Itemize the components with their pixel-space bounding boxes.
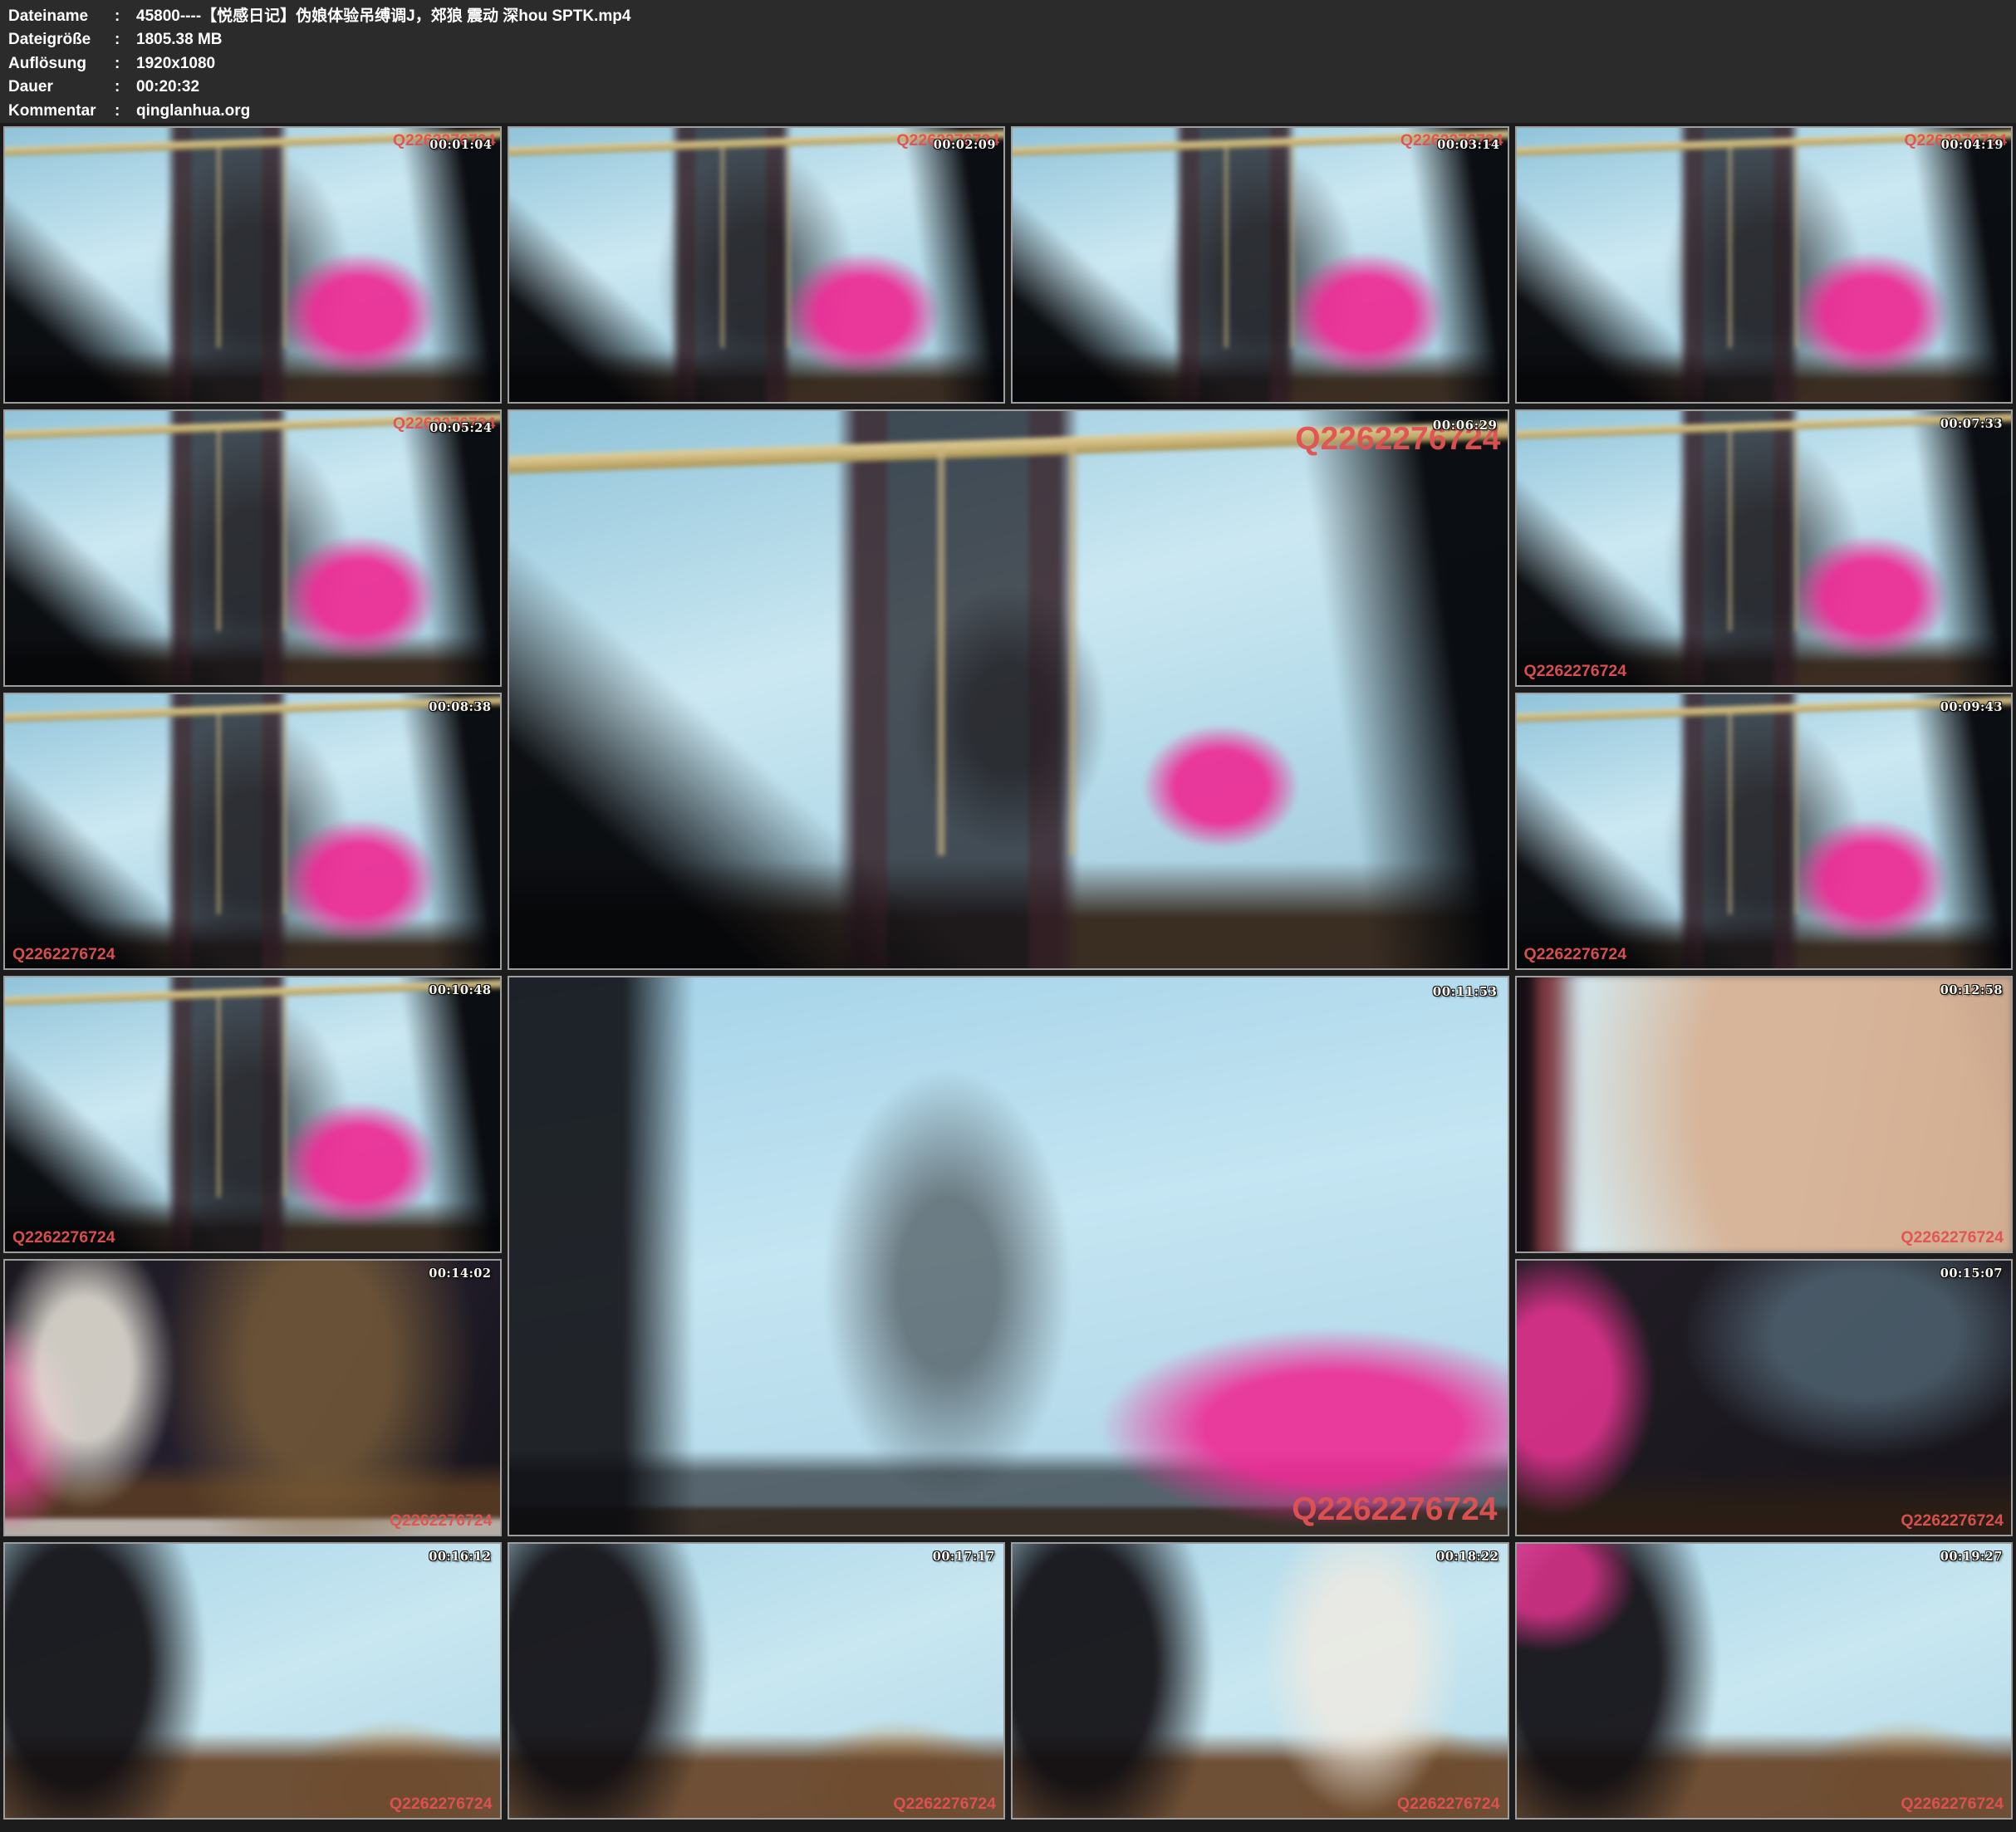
thumbnail: Q2262276724 00:01:04 [3, 126, 502, 404]
file-info-header: Dateiname : 45800----【悦感日记】伪娘体验吊缚调J，郊狼 震… [0, 0, 2016, 123]
watermark-text: Q2262276724 [1901, 1228, 2004, 1247]
timestamp-overlay: 00:16:12 [429, 1550, 491, 1564]
timestamp-overlay: 00:11:53 [1433, 984, 1498, 999]
watermark-text: Q2262276724 [390, 1795, 493, 1814]
video-frame-placeholder [508, 976, 1509, 1536]
timestamp-overlay: 00:03:14 [1437, 138, 1499, 152]
field-label: Dateigröße [8, 28, 115, 51]
thumbnail-large: Q2262276724 00:11:53 [508, 976, 1509, 1536]
timestamp-overlay: 00:19:27 [1940, 1550, 2003, 1564]
field-label: Auflösung [8, 52, 115, 76]
timestamp-overlay: 00:06:29 [1433, 418, 1498, 433]
watermark-text: Q2262276724 [1292, 1492, 1497, 1528]
field-comment: Kommentar : qinglanhua.org [8, 100, 2016, 123]
video-frame-placeholder [508, 409, 1509, 970]
timestamp-overlay: 00:07:33 [1940, 417, 2003, 431]
timestamp-overlay: 00:15:07 [1940, 1266, 2003, 1281]
timestamp-overlay: 00:01:04 [429, 138, 492, 152]
thumbnail: Q2262276724 00:05:24 [3, 409, 502, 687]
thumbnail: Q2262276724 00:15:07 [1515, 1259, 2014, 1536]
video-frame-placeholder [508, 126, 1006, 404]
field-separator: : [115, 52, 136, 76]
video-frame-placeholder [3, 1542, 502, 1820]
thumbnail-large: Q2262276724 00:06:29 [508, 409, 1509, 970]
thumbnail: Q2262276724 00:07:33 [1515, 409, 2014, 687]
thumbnail: Q2262276724 00:09:43 [1515, 693, 2014, 970]
field-duration: Dauer : 00:20:32 [8, 76, 2016, 99]
timestamp-overlay: 00:17:17 [933, 1550, 995, 1564]
timestamp-overlay: 00:12:58 [1940, 983, 2003, 997]
thumbnail: Q2262276724 00:10:48 [3, 976, 502, 1253]
timestamp-overlay: 00:14:02 [429, 1266, 491, 1281]
timestamp-overlay: 00:18:22 [1436, 1550, 1499, 1564]
thumbnail: Q2262276724 00:19:27 [1515, 1542, 2014, 1820]
video-frame-placeholder [1515, 1542, 2014, 1820]
comment-value: qinglanhua.org [136, 100, 250, 123]
watermark-text: Q2262276724 [1524, 662, 1627, 681]
video-frame-placeholder [3, 126, 502, 404]
thumbnail: Q2262276724 00:14:02 [3, 1259, 502, 1536]
video-frame-placeholder [1515, 409, 2014, 687]
video-frame-placeholder [3, 976, 502, 1253]
filesize-value: 1805.38 MB [136, 28, 223, 51]
thumbnail-grid: Q2262276724 00:01:04 Q2262276724 00:02:0… [3, 126, 2013, 1820]
field-separator: : [115, 28, 136, 51]
video-frame-placeholder [1515, 126, 2014, 404]
timestamp-overlay: 00:08:38 [429, 700, 491, 714]
watermark-text: Q2262276724 [893, 1795, 996, 1814]
timestamp-overlay: 00:05:24 [429, 421, 492, 435]
field-separator: : [115, 5, 136, 28]
resolution-value: 1920x1080 [136, 52, 215, 76]
video-frame-placeholder [1515, 1259, 2014, 1536]
thumbnail: Q2262276724 00:02:09 [508, 126, 1006, 404]
field-separator: : [115, 76, 136, 99]
thumbnail: Q2262276724 00:03:14 [1011, 126, 1509, 404]
watermark-text: Q2262276724 [390, 1511, 493, 1531]
thumbnail: Q2262276724 00:16:12 [3, 1542, 502, 1820]
thumbnail: Q2262276724 00:17:17 [508, 1542, 1006, 1820]
timestamp-overlay: 00:02:09 [934, 138, 996, 152]
thumbnail: Q2262276724 00:18:22 [1011, 1542, 1509, 1820]
video-frame-placeholder [1011, 126, 1509, 404]
watermark-text: Q2262276724 [1524, 945, 1627, 964]
video-frame-placeholder [1515, 693, 2014, 970]
field-label: Kommentar [8, 100, 115, 123]
video-frame-placeholder [508, 1542, 1006, 1820]
field-filesize: Dateigröße : 1805.38 MB [8, 28, 2016, 51]
watermark-text: Q2262276724 [1397, 1795, 1500, 1814]
watermark-text: Q2262276724 [12, 945, 115, 964]
field-filename: Dateiname : 45800----【悦感日记】伪娘体验吊缚调J，郊狼 震… [8, 5, 2016, 28]
watermark-text: Q2262276724 [12, 1228, 115, 1247]
duration-value: 00:20:32 [136, 76, 199, 99]
field-separator: : [115, 100, 136, 123]
thumbnail: Q2262276724 00:12:58 [1515, 976, 2014, 1253]
timestamp-overlay: 00:10:48 [429, 983, 491, 997]
video-frame-placeholder [3, 1259, 502, 1536]
filename-value: 45800----【悦感日记】伪娘体验吊缚调J，郊狼 震动 深hou SPTK.… [136, 5, 630, 28]
video-frame-placeholder [3, 409, 502, 687]
video-frame-placeholder [3, 693, 502, 970]
timestamp-overlay: 00:04:19 [1941, 138, 2004, 152]
thumbnail: Q2262276724 00:08:38 [3, 693, 502, 970]
field-label: Dauer [8, 76, 115, 99]
field-resolution: Auflösung : 1920x1080 [8, 52, 2016, 76]
video-frame-placeholder [1011, 1542, 1509, 1820]
watermark-text: Q2262276724 [1901, 1795, 2004, 1814]
field-label: Dateiname [8, 5, 115, 28]
timestamp-overlay: 00:09:43 [1940, 700, 2003, 714]
watermark-text: Q2262276724 [1901, 1511, 2004, 1531]
video-frame-placeholder [1515, 976, 2014, 1253]
thumbnail: Q2262276724 00:04:19 [1515, 126, 2014, 404]
